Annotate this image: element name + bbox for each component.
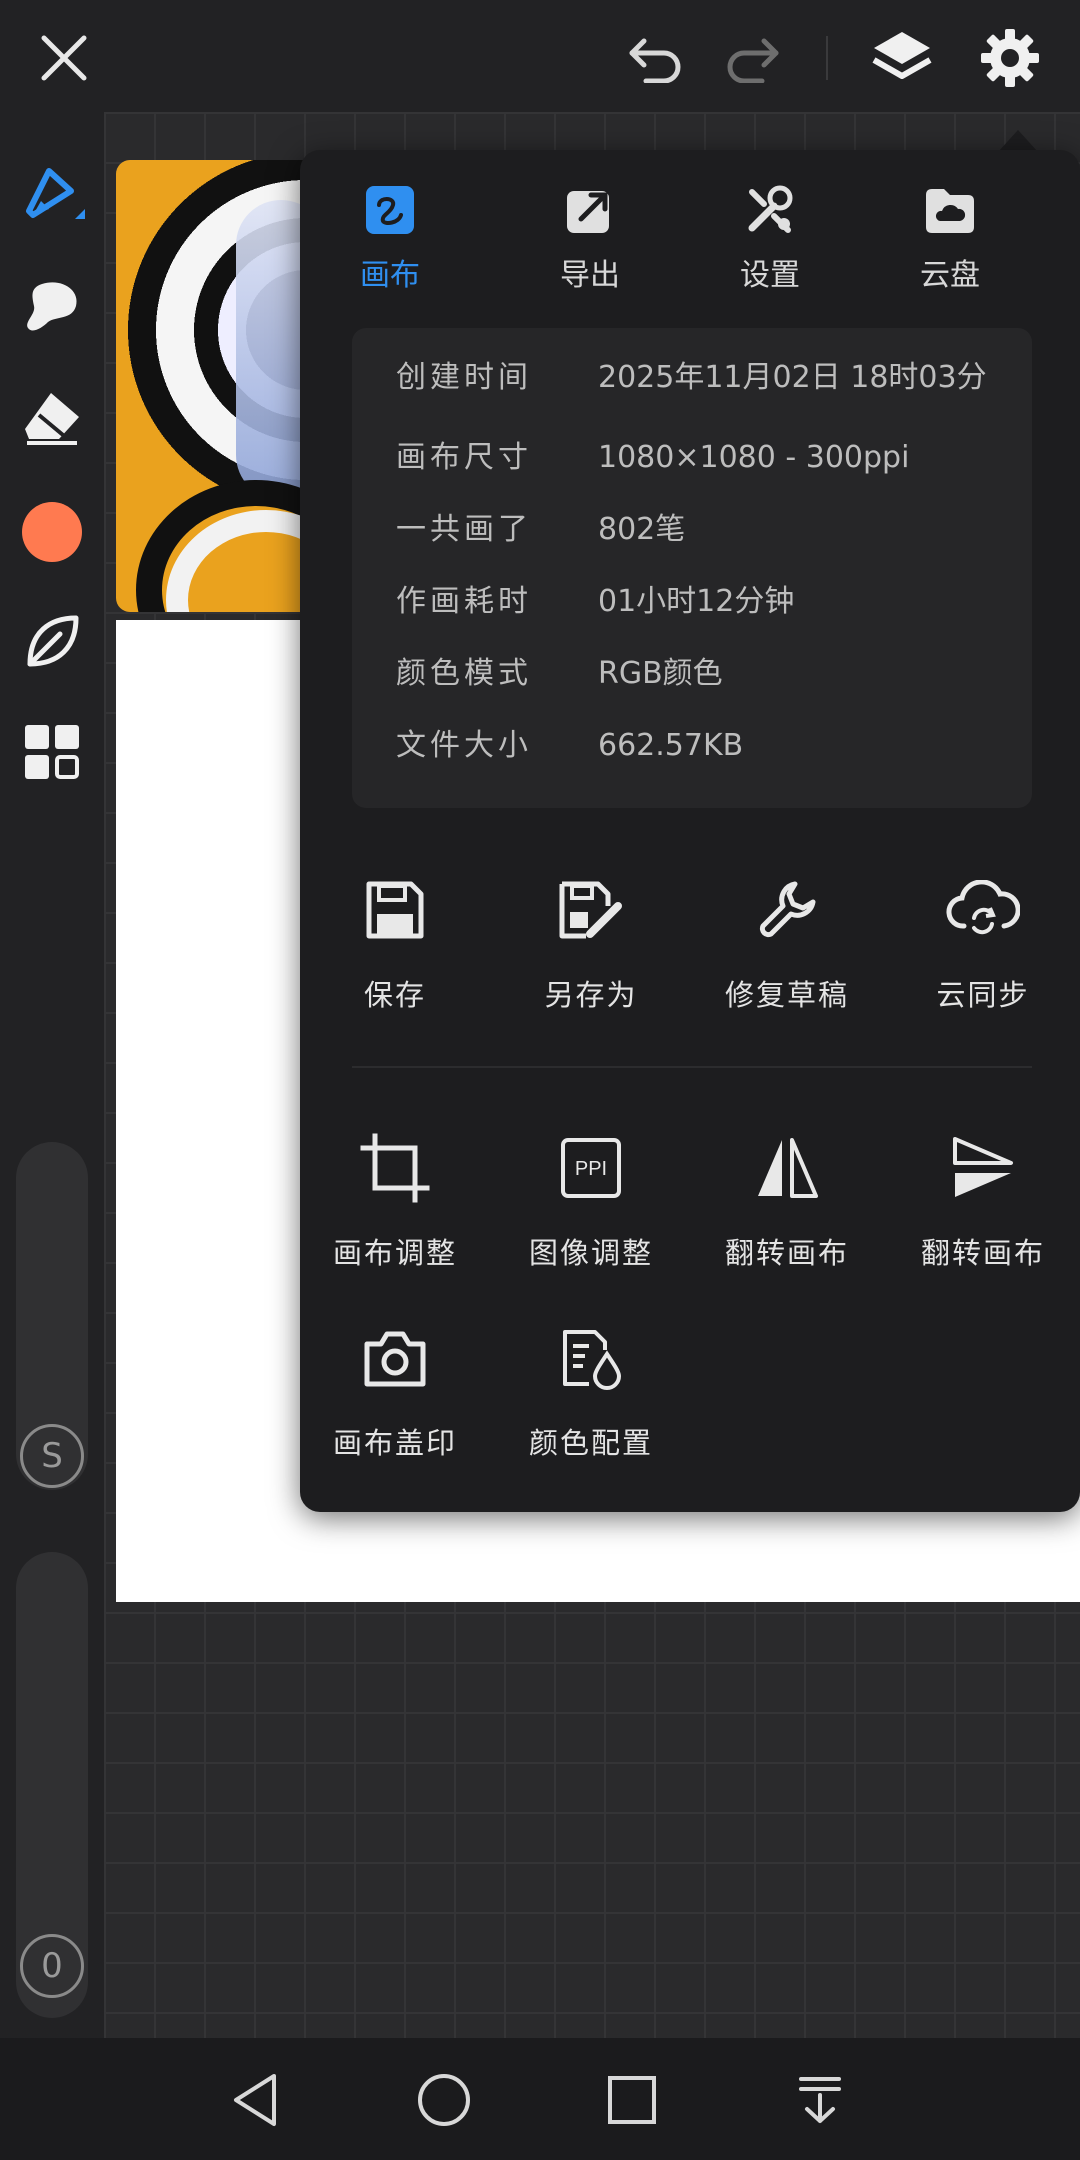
undo-icon[interactable] [620, 22, 692, 94]
eraser-icon[interactable] [16, 382, 88, 454]
top-toolbar [0, 0, 1080, 112]
tab-label: 设置 [740, 258, 800, 293]
tab-label: 导出 [560, 258, 620, 293]
wrench-icon [747, 870, 827, 950]
canvas-adjust-button[interactable]: 画布调整 [300, 1128, 490, 1272]
info-value: 662.57KB [598, 728, 744, 763]
tab-cloud[interactable]: 云盘 [860, 182, 1040, 294]
crop-icon [355, 1128, 435, 1208]
tab-label: 云盘 [920, 258, 980, 293]
action-label: 保存 [363, 978, 426, 1012]
info-value: 2025年11月02日 18时03分 [598, 360, 987, 395]
export-icon [562, 182, 618, 238]
panel-pointer [998, 130, 1038, 152]
save-button[interactable]: 保存 [300, 870, 490, 1014]
tab-label: 画布 [360, 258, 420, 293]
info-key: 颜色模式 [396, 656, 532, 691]
canvas-tab-icon [362, 182, 418, 238]
tool-label: 画布调整 [332, 1236, 457, 1270]
cloud-sync-button[interactable]: 云同步 [888, 870, 1078, 1014]
back-icon[interactable] [220, 2064, 292, 2136]
info-key: 画布尺寸 [396, 440, 532, 475]
redo-icon[interactable] [716, 22, 788, 94]
grid-icon[interactable] [16, 716, 88, 788]
info-key: 创建时间 [396, 360, 532, 395]
canvas-stamp-button[interactable]: 画布盖印 [300, 1318, 490, 1462]
flip-horizontal-button[interactable]: 翻转画布 [692, 1128, 882, 1272]
ppi-icon-text: PPI [575, 1158, 607, 1180]
save-icon [355, 870, 435, 950]
home-icon[interactable] [408, 2064, 480, 2136]
info-key: 作画耗时 [396, 584, 532, 619]
info-value: 1080×1080 - 300ppi [598, 440, 910, 475]
recents-icon[interactable] [596, 2064, 668, 2136]
layers-icon[interactable] [866, 22, 938, 94]
tool-label: 颜色配置 [528, 1426, 653, 1460]
flip-vertical-button[interactable]: 翻转画布 [888, 1128, 1078, 1272]
flip-horizontal-icon [747, 1128, 827, 1208]
leaf-icon[interactable] [16, 606, 88, 678]
info-key: 文件大小 [396, 728, 532, 763]
opacity-knob[interactable]: 0 [20, 1934, 84, 1998]
panel-tabs: 画布 导出 设置 云盘 [300, 182, 1080, 322]
tab-canvas[interactable]: 画布 [300, 182, 480, 294]
color-profile-button[interactable]: 颜色配置 [496, 1318, 686, 1462]
save-as-icon [551, 870, 631, 950]
close-icon[interactable] [28, 22, 100, 94]
canvas-info-card: 创建时间 2025年11月02日 18时03分 画布尺寸 1080×1080 -… [352, 328, 1032, 808]
pen-icon[interactable] [16, 158, 88, 230]
info-key: 一共画了 [396, 512, 532, 547]
info-value: 802笔 [598, 512, 686, 547]
color-swatch[interactable] [16, 496, 88, 568]
info-value: 01小时12分钟 [598, 584, 795, 619]
tool-label: 翻转画布 [724, 1236, 849, 1270]
section-divider [352, 1066, 1032, 1068]
toolbar-divider [826, 36, 828, 80]
ppi-icon: PPI [551, 1128, 631, 1208]
system-nav-bar [0, 2038, 1080, 2160]
canvas-menu-panel: 画布 导出 设置 云盘 创建时间 2025年11月02日 18时03分 画布尺寸… [300, 150, 1080, 1512]
tab-settings[interactable]: 设置 [680, 182, 860, 294]
color-profile-icon [551, 1318, 631, 1398]
collapse-icon[interactable] [784, 2064, 856, 2136]
brush-size-slider[interactable]: S [16, 1142, 88, 1490]
canvas-artwork [116, 160, 316, 612]
action-label: 云同步 [936, 978, 1030, 1012]
tool-label: 画布盖印 [332, 1426, 457, 1460]
tool-label: 翻转画布 [920, 1236, 1045, 1270]
action-label: 修复草稿 [724, 978, 849, 1012]
image-adjust-button[interactable]: PPI 图像调整 [496, 1128, 686, 1272]
tools-icon [742, 182, 798, 238]
gear-icon[interactable] [974, 22, 1046, 94]
action-label: 另存为 [544, 978, 638, 1012]
tool-label: 图像调整 [528, 1236, 653, 1270]
flip-vertical-icon [943, 1128, 1023, 1208]
opacity-slider[interactable]: 0 [16, 1552, 88, 2018]
tab-export[interactable]: 导出 [500, 182, 680, 294]
camera-icon [355, 1318, 435, 1398]
save-as-button[interactable]: 另存为 [496, 870, 686, 1014]
cloud-folder-icon [922, 182, 978, 238]
brush-size-knob[interactable]: S [20, 1424, 84, 1488]
repair-draft-button[interactable]: 修复草稿 [692, 870, 882, 1014]
smudge-icon[interactable] [16, 270, 88, 342]
info-value: RGB颜色 [598, 656, 723, 691]
tool-sidebar: S 0 [0, 112, 104, 2038]
cloud-sync-icon [943, 870, 1023, 950]
